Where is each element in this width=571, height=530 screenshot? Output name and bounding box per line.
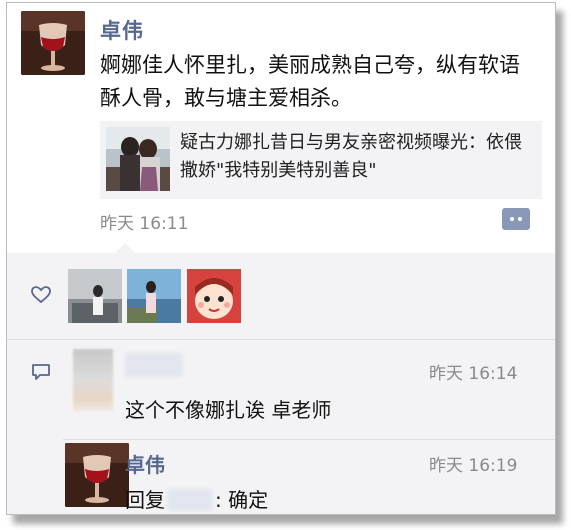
reply-author-name[interactable]: 卓伟 [125,449,165,478]
article-title: 疑古力娜扎昔日与男友亲密视频曝光：依偎撒娇"我特别美特别善良" [180,132,522,181]
author-name[interactable]: 卓伟 [100,15,144,45]
article-thumbnail [106,127,170,191]
liker-avatar[interactable] [187,269,241,323]
reply-text[interactable]: 回复 : 确定 [125,484,268,513]
dot-icon [518,217,522,221]
comment-text[interactable]: 这个不像娜扎诶 卓老师 [125,394,331,423]
commenter-avatar-blurred[interactable] [73,349,113,411]
liker-avatar[interactable] [127,269,181,323]
liker-avatar[interactable] [68,269,122,323]
comment-outline-icon [31,363,51,385]
comment-more-button[interactable] [502,208,530,230]
divider [63,439,555,440]
divider [7,339,555,340]
reply-author-avatar[interactable] [65,443,129,507]
moment-card: 卓伟 婀娜佳人怀里扎，美丽成熟自己夸，纵有软语酥人骨，敢与塘主爱相杀。 疑古力娜… [6,2,556,515]
reply-content: : 确定 [215,488,269,512]
heart-outline-icon [31,286,51,308]
reply-timestamp: 昨天 16:19 [429,456,518,476]
panel-pointer [115,243,135,253]
comment-timestamp: 昨天 16:14 [429,364,518,384]
commenter-name-blurred[interactable] [125,353,183,377]
post-timestamp: 昨天 16:11 [100,214,189,234]
dot-icon [510,217,514,221]
shared-article-card[interactable]: 疑古力娜扎昔日与男友亲密视频曝光：依偎撒娇"我特别美特别善良" [100,121,542,199]
reply-prefix: 回复 [125,488,165,512]
reply-target-name-blurred[interactable] [167,489,213,511]
author-avatar[interactable] [21,11,85,75]
post-text: 婀娜佳人怀里扎，美丽成熟自己夸，纵有软语酥人骨，敢与塘主爱相杀。 [100,53,520,110]
